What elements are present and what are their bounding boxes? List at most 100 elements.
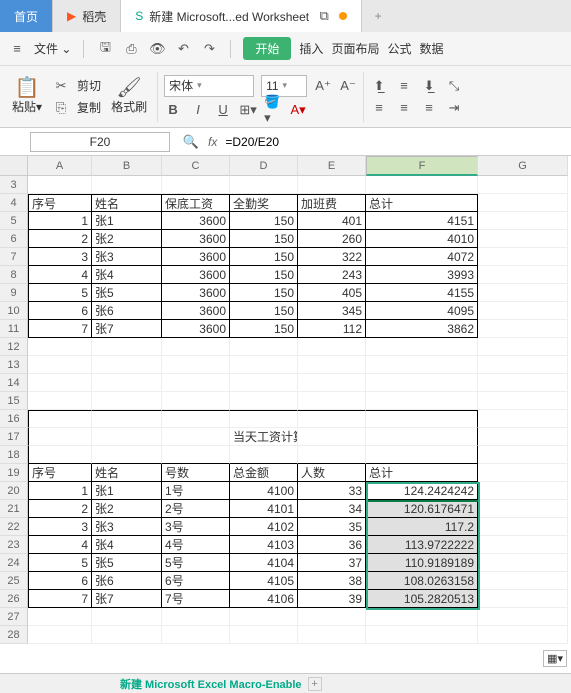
align-mid-icon[interactable]: ≡ [395,77,413,95]
row-6[interactable]: 6 [0,230,28,248]
cell[interactable]: 4105 [230,572,298,590]
underline-icon[interactable]: U [214,101,232,119]
cell[interactable] [478,356,568,374]
cell[interactable]: 34 [298,500,366,518]
cell[interactable] [92,446,162,464]
cell[interactable]: 3600 [162,320,230,338]
row-23[interactable]: 23 [0,536,28,554]
cell[interactable]: 3 [28,518,92,536]
cell[interactable] [162,338,230,356]
row-5[interactable]: 5 [0,212,28,230]
cell[interactable]: 322 [298,248,366,266]
cell[interactable]: 4151 [366,212,478,230]
cell[interactable]: 150 [230,248,298,266]
cell[interactable] [298,410,366,428]
row-20[interactable]: 20 [0,482,28,500]
cell[interactable] [162,392,230,410]
cell[interactable]: 3600 [162,248,230,266]
cell[interactable] [298,176,366,194]
menu-layout[interactable]: 页面布局 [331,40,379,57]
cell[interactable] [366,356,478,374]
cell[interactable] [478,446,568,464]
cell[interactable]: 405 [298,284,366,302]
cell[interactable] [92,410,162,428]
cell[interactable] [92,428,162,446]
cell[interactable]: 5 [28,554,92,572]
cell[interactable] [478,518,568,536]
cell[interactable]: 3600 [162,302,230,320]
cell[interactable] [230,356,298,374]
col-A[interactable]: A [28,156,92,176]
cell[interactable]: 人数 [298,464,366,482]
menu-start[interactable]: 开始 [243,37,291,60]
cell[interactable]: 243 [298,266,366,284]
cell[interactable] [298,608,366,626]
cell[interactable]: 张7 [92,590,162,608]
col-C[interactable]: C [162,156,230,176]
cell[interactable] [162,356,230,374]
cell[interactable]: 4 [28,266,92,284]
cell[interactable] [366,428,478,446]
cell[interactable] [366,338,478,356]
cell[interactable] [366,446,478,464]
cell[interactable]: 4101 [230,500,298,518]
cell[interactable] [478,176,568,194]
sheet-tab-1[interactable]: 新建 Microsoft Excel Macro-Enable [120,676,302,692]
cell[interactable]: 117.2 [366,518,478,536]
cell[interactable] [478,554,568,572]
indent-icon[interactable]: ⇥ [445,99,463,117]
cell[interactable] [478,266,568,284]
row-7[interactable]: 7 [0,248,28,266]
row-headers[interactable]: 3456789101112131415161718192021222324252… [0,176,28,644]
cell[interactable]: 姓名 [92,464,162,482]
row-27[interactable]: 27 [0,608,28,626]
cell[interactable] [28,392,92,410]
cell[interactable] [230,446,298,464]
cell[interactable]: 150 [230,212,298,230]
cell[interactable]: 1 [28,482,92,500]
row-14[interactable]: 14 [0,374,28,392]
cell[interactable]: 4103 [230,536,298,554]
row-18[interactable]: 18 [0,446,28,464]
cell[interactable]: 4100 [230,482,298,500]
align-top-icon[interactable]: ⬆̲ [370,77,388,95]
cell[interactable] [478,248,568,266]
cell[interactable]: 全勤奖 [230,194,298,212]
cell[interactable]: 3600 [162,212,230,230]
cell[interactable] [28,410,92,428]
cell[interactable] [92,356,162,374]
menu-insert[interactable]: 插入 [299,40,323,57]
cell[interactable] [478,230,568,248]
bold-icon[interactable]: B [164,101,182,119]
cell[interactable]: 260 [298,230,366,248]
paste-icon[interactable]: 📋 [18,78,36,96]
cell[interactable] [92,392,162,410]
row-17[interactable]: 17 [0,428,28,446]
cell[interactable]: 345 [298,302,366,320]
cell[interactable] [162,410,230,428]
cell[interactable] [478,212,568,230]
cell[interactable]: 3600 [162,230,230,248]
cell[interactable]: 112 [298,320,366,338]
cell[interactable]: 124.2424242 [366,482,478,500]
cell[interactable] [230,176,298,194]
cell[interactable] [298,626,366,644]
cell[interactable]: 6 [28,302,92,320]
cell[interactable]: 38 [298,572,366,590]
grow-font-icon[interactable]: A⁺ [314,77,332,95]
cell[interactable]: 1 [28,212,92,230]
cell[interactable]: 37 [298,554,366,572]
cell[interactable] [366,374,478,392]
cell[interactable] [478,428,568,446]
cell[interactable]: 35 [298,518,366,536]
menu-data[interactable]: 数据 [419,40,443,57]
cell[interactable]: 张4 [92,266,162,284]
cell[interactable]: 4010 [366,230,478,248]
fx-icon[interactable]: fx [208,135,217,149]
cell[interactable] [298,428,366,446]
cell[interactable]: 150 [230,320,298,338]
cell[interactable]: 2 [28,500,92,518]
undo-icon[interactable]: ↶ [174,40,192,58]
fill-icon[interactable]: 🪣▾ [264,101,282,119]
cell[interactable]: 当天工资计算表 [230,428,298,446]
